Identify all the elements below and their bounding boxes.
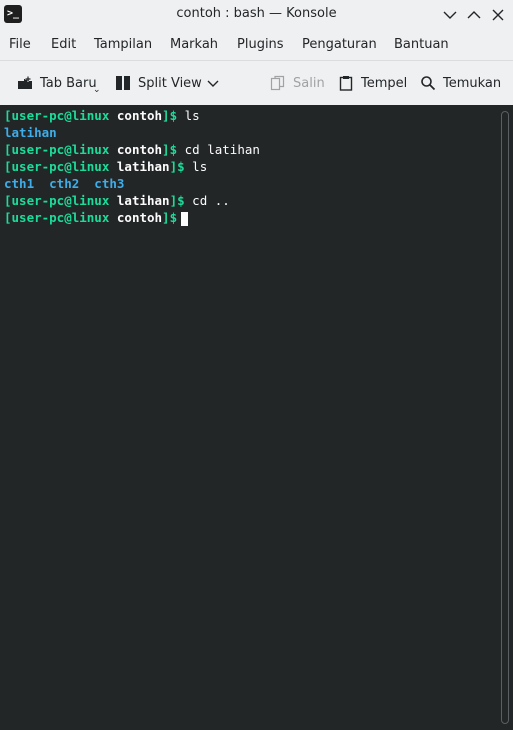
split-view-icon bbox=[116, 76, 130, 90]
copy-label: Salin bbox=[293, 75, 325, 91]
terminal-line: [user-pc@linux contoh]$ cd latihan bbox=[4, 142, 260, 157]
split-view-button[interactable]: Split View bbox=[115, 74, 202, 92]
chevron-up-icon bbox=[467, 11, 481, 19]
menu-markah[interactable]: Markah bbox=[170, 37, 218, 52]
new-tab-icon bbox=[18, 76, 32, 89]
split-view-label: Split View bbox=[138, 75, 202, 91]
close-button[interactable] bbox=[489, 6, 507, 24]
paste-button[interactable]: Tempel bbox=[338, 74, 407, 92]
terminal-line: [user-pc@linux contoh]$ bbox=[4, 209, 189, 226]
maximize-button[interactable] bbox=[465, 6, 483, 24]
terminal-line: [user-pc@linux latihan]$ cd .. bbox=[4, 193, 230, 208]
menu-pengaturan[interactable]: Pengaturan bbox=[302, 37, 377, 52]
terminal-line: [user-pc@linux latihan]$ ls bbox=[4, 159, 208, 174]
terminal-line: [user-pc@linux contoh]$ ls bbox=[4, 108, 200, 123]
scrollbar[interactable] bbox=[501, 111, 509, 724]
window-title: contoh : bash — Konsole bbox=[176, 6, 337, 21]
tab-menu-indicator-icon[interactable]: ⌄ bbox=[93, 85, 101, 95]
title-bar: >_ contoh : bash — Konsole bbox=[0, 0, 513, 30]
new-tab-label: Tab Baru bbox=[40, 75, 97, 91]
split-view-dropdown[interactable] bbox=[205, 74, 228, 92]
terminal-line: cth1 cth2 cth3 bbox=[4, 176, 125, 191]
copy-icon bbox=[270, 75, 285, 91]
search-icon bbox=[421, 76, 436, 91]
menu-tampilan[interactable]: Tampilan bbox=[94, 37, 152, 52]
terminal-cursor bbox=[181, 211, 189, 226]
new-tab-button[interactable]: Tab Baru bbox=[17, 74, 97, 92]
menu-edit[interactable]: Edit bbox=[51, 37, 76, 52]
find-button[interactable]: Temukan bbox=[420, 74, 501, 92]
menu-file[interactable]: File bbox=[9, 37, 31, 52]
menu-plugins[interactable]: Plugins bbox=[237, 37, 284, 52]
chevron-down-icon bbox=[207, 80, 219, 87]
minimize-button[interactable] bbox=[441, 6, 459, 24]
menu-bar: File Edit Tampilan Markah Plugins Pengat… bbox=[0, 30, 513, 60]
find-label: Temukan bbox=[443, 75, 502, 91]
paste-icon bbox=[339, 76, 353, 91]
terminal-line: latihan bbox=[4, 125, 57, 140]
copy-button[interactable]: Salin bbox=[270, 74, 325, 92]
toolbar: Tab Baru ⌄ Split View Salin Tempel Temuk… bbox=[0, 60, 513, 105]
paste-label: Tempel bbox=[361, 75, 408, 91]
close-icon bbox=[492, 9, 504, 21]
chevron-down-icon bbox=[443, 11, 457, 19]
menu-bantuan[interactable]: Bantuan bbox=[394, 37, 449, 52]
terminal-view[interactable]: [user-pc@linux contoh]$ ls latihan [user… bbox=[0, 105, 513, 730]
